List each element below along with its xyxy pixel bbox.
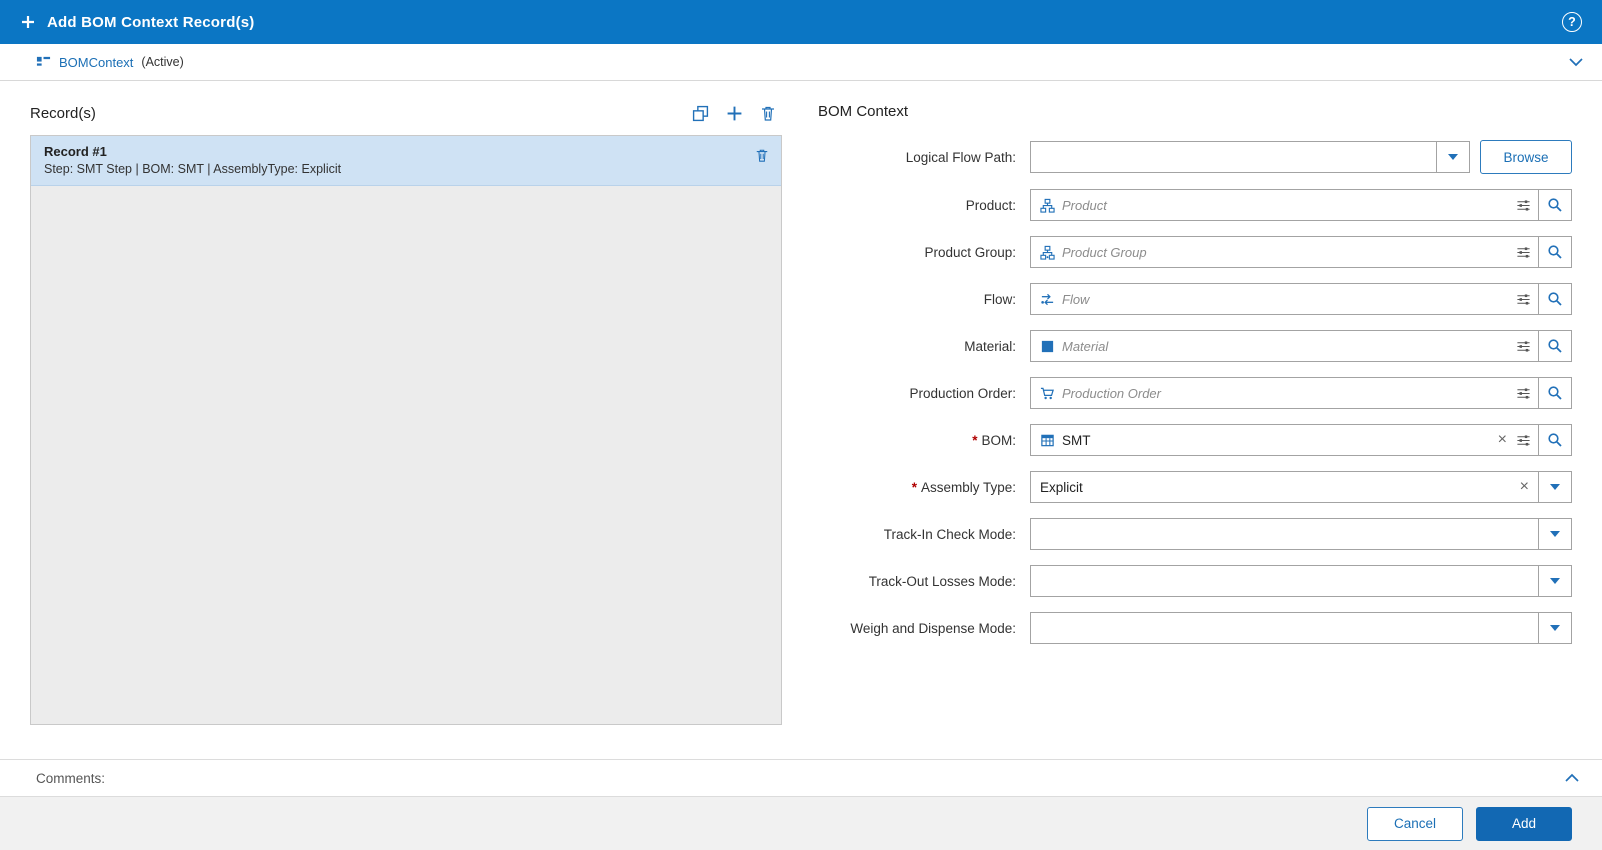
weigh-and-dispense-mode-input[interactable] [1030,612,1539,644]
product-group-placeholder: Product Group [1062,245,1509,260]
chevron-up-icon[interactable] [1564,772,1580,784]
dialog-title: Add BOM Context Record(s) [47,14,255,31]
bom-input[interactable]: SMT × [1030,424,1539,456]
logical-flow-path-dropdown-icon[interactable] [1436,142,1469,172]
product-icon [1040,198,1055,213]
material-label: Material: [818,339,1030,354]
bomcontext-icon [36,55,51,70]
field-row-product-group: Product Group: Product Group [818,236,1572,268]
material-search-button[interactable] [1538,330,1572,362]
advanced-filter-icon[interactable] [1516,198,1531,213]
dialog-footer: Cancel Add [0,797,1602,850]
field-row-product: Product: Product [818,189,1572,221]
logical-flow-path-combobox[interactable] [1030,141,1470,173]
chevron-down-icon[interactable] [1568,56,1584,68]
field-row-track-in-check-mode: Track-In Check Mode: [818,518,1572,550]
material-input[interactable]: Material [1030,330,1539,362]
context-name[interactable]: BOMContext [59,55,133,70]
track-in-check-mode-input[interactable] [1030,518,1539,550]
flow-placeholder: Flow [1062,292,1509,307]
bom-search-button[interactable] [1538,424,1572,456]
comments-section[interactable]: Comments: [0,759,1602,797]
flow-input[interactable]: Flow [1030,283,1539,315]
weigh-and-dispense-mode-label: Weigh and Dispense Mode: [818,621,1030,636]
flow-label: Flow: [818,292,1030,307]
product-group-icon [1040,245,1055,260]
production-order-label: Production Order: [818,386,1030,401]
clear-icon[interactable]: × [1496,432,1509,448]
bom-context-form: BOM Context Logical Flow Path: Browse Pr… [818,97,1572,759]
browse-button[interactable]: Browse [1480,140,1572,174]
track-out-losses-mode-label: Track-Out Losses Mode: [818,574,1030,589]
advanced-filter-icon[interactable] [1516,339,1531,354]
delete-record-icon[interactable] [760,105,776,122]
records-title: Record(s) [30,105,96,122]
context-status: (Active) [141,55,183,69]
product-label: Product: [818,198,1030,213]
product-placeholder: Product [1062,198,1509,213]
help-icon[interactable]: ? [1562,12,1582,32]
track-out-losses-mode-input[interactable] [1030,565,1539,597]
record-subtitle: Step: SMT Step | BOM: SMT | AssemblyType… [44,162,341,176]
field-row-flow: Flow: Flow [818,283,1572,315]
weigh-and-dispense-mode-dropdown-button[interactable] [1538,612,1572,644]
field-row-assembly-type: *Assembly Type: Explicit × [818,471,1572,503]
comments-label: Comments: [36,771,105,786]
assembly-type-input[interactable]: Explicit × [1030,471,1539,503]
field-row-logical-flow-path: Logical Flow Path: Browse [818,140,1572,174]
production-order-placeholder: Production Order [1062,386,1509,401]
track-out-losses-mode-dropdown-button[interactable] [1538,565,1572,597]
flow-search-button[interactable] [1538,283,1572,315]
context-bar: BOMContext (Active) [0,44,1602,81]
record-row[interactable]: Record #1 Step: SMT Step | BOM: SMT | As… [31,136,781,186]
required-marker: * [912,480,917,495]
track-in-check-mode-dropdown-button[interactable] [1538,518,1572,550]
required-marker: * [972,433,977,448]
add-button[interactable]: Add [1476,807,1572,841]
form-title: BOM Context [818,103,1572,120]
production-order-icon [1040,386,1055,401]
field-row-weigh-and-dispense-mode: Weigh and Dispense Mode: [818,612,1572,644]
logical-flow-path-label: Logical Flow Path: [818,150,1030,165]
product-group-input[interactable]: Product Group [1030,236,1539,268]
record-list: Record #1 Step: SMT Step | BOM: SMT | As… [30,135,782,725]
clear-icon[interactable]: × [1518,479,1531,495]
copy-record-icon[interactable] [692,105,709,122]
add-bom-context-dialog: Add BOM Context Record(s) ? BOMContext (… [0,0,1602,850]
product-group-label: Product Group: [818,245,1030,260]
material-placeholder: Material [1062,339,1509,354]
assembly-type-dropdown-button[interactable] [1538,471,1572,503]
production-order-search-button[interactable] [1538,377,1572,409]
bom-icon [1040,433,1055,448]
field-row-production-order: Production Order: Production Order [818,377,1572,409]
production-order-input[interactable]: Production Order [1030,377,1539,409]
product-search-button[interactable] [1538,189,1572,221]
records-panel: Record(s) Record #1 [30,97,782,759]
add-record-icon[interactable] [726,105,743,122]
assembly-type-label: *Assembly Type: [818,480,1030,495]
track-in-check-mode-label: Track-In Check Mode: [818,527,1030,542]
product-group-search-button[interactable] [1538,236,1572,268]
advanced-filter-icon[interactable] [1516,433,1531,448]
dialog-header: Add BOM Context Record(s) ? [0,0,1602,44]
record-title: Record #1 [44,144,341,159]
add-icon [20,14,36,30]
field-row-material: Material: Material [818,330,1572,362]
bom-label: *BOM: [818,433,1030,448]
advanced-filter-icon[interactable] [1516,386,1531,401]
flow-icon [1040,292,1055,307]
cancel-button[interactable]: Cancel [1367,807,1463,841]
product-input[interactable]: Product [1030,189,1539,221]
record-delete-icon[interactable] [755,148,769,163]
material-icon [1040,339,1055,354]
field-row-track-out-losses-mode: Track-Out Losses Mode: [818,565,1572,597]
advanced-filter-icon[interactable] [1516,292,1531,307]
assembly-type-value: Explicit [1040,480,1511,495]
bom-value: SMT [1062,433,1489,448]
advanced-filter-icon[interactable] [1516,245,1531,260]
field-row-bom: *BOM: SMT × [818,424,1572,456]
main-content: Record(s) Record #1 [0,81,1602,759]
